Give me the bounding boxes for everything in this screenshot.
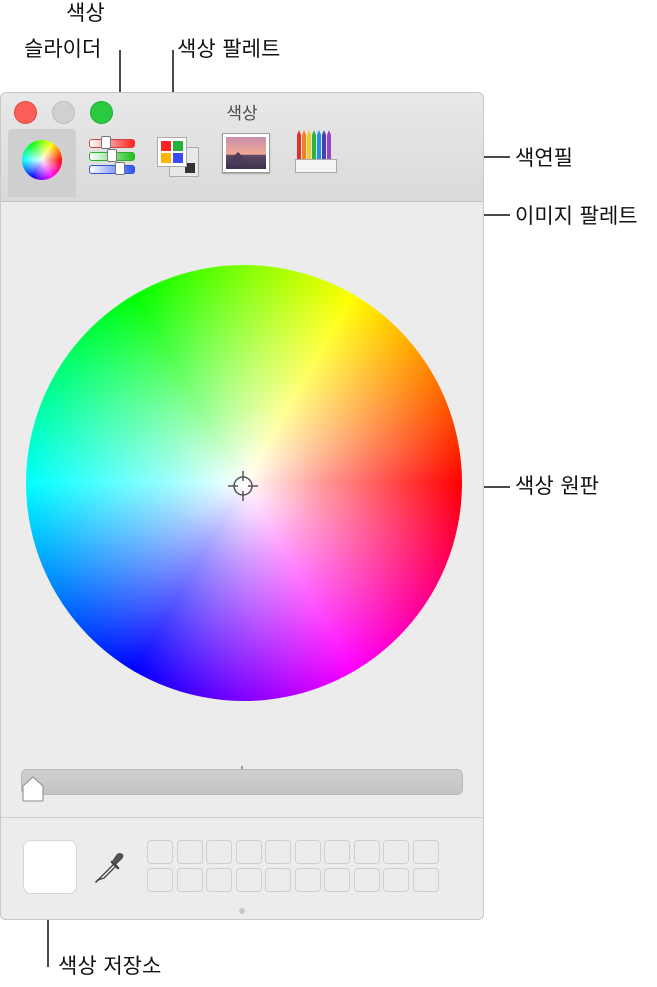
swatch-cell[interactable] — [147, 840, 173, 864]
color-sliders-tool-button[interactable] — [85, 129, 137, 197]
callout-color-wheel: 색상 원판 — [515, 474, 599, 498]
current-color-swatch[interactable] — [23, 840, 77, 894]
resize-handle[interactable] — [239, 908, 245, 914]
swatch-cell[interactable] — [383, 868, 409, 892]
swatch-cell[interactable] — [353, 868, 380, 892]
brightness-slider-knob[interactable] — [21, 776, 45, 802]
swatch-cell[interactable] — [265, 840, 291, 864]
color-wheel-tool-icon — [22, 140, 62, 180]
colors-window: 색상 — [0, 92, 484, 920]
callout-sliders-line1: 색상 — [66, 1, 105, 25]
swatch-cell[interactable] — [412, 840, 439, 864]
swatch-cell[interactable] — [235, 840, 262, 864]
swatch-cell[interactable] — [147, 868, 173, 892]
swatch-cell[interactable] — [176, 840, 203, 864]
swatch-cell[interactable] — [412, 868, 439, 892]
image-palettes-tool-icon — [222, 133, 270, 173]
callout-image-palettes: 이미지 팔레트 — [515, 204, 638, 228]
swatch-cell[interactable] — [383, 840, 409, 864]
swatch-cell[interactable] — [235, 868, 262, 892]
crosshair-icon[interactable] — [227, 470, 259, 502]
swatch-cell[interactable] — [324, 840, 350, 864]
swatch-cell[interactable] — [206, 840, 232, 864]
swatch-cell[interactable] — [324, 868, 350, 892]
swatch-cell[interactable] — [294, 868, 321, 892]
eyedropper-icon[interactable] — [94, 850, 128, 884]
separator — [1, 817, 483, 818]
swatch-cell[interactable] — [353, 840, 380, 864]
callout-sliders-line2: 슬라이더 — [24, 37, 102, 61]
swatch-cell[interactable] — [206, 868, 232, 892]
titlebar: 색상 — [1, 93, 483, 202]
callout-swatches: 색상 저장소 — [58, 954, 162, 978]
image-palettes-tool-button[interactable] — [220, 129, 272, 197]
color-wheel-tool-button[interactable] — [8, 129, 76, 197]
color-palettes-tool-button[interactable] — [153, 129, 203, 197]
swatch-cell[interactable] — [176, 868, 203, 892]
callout-pencils: 색연필 — [515, 146, 573, 170]
pencils-tool-button[interactable] — [291, 129, 339, 197]
swatch-cell[interactable] — [294, 840, 321, 864]
brightness-slider[interactable] — [21, 769, 463, 795]
swatch-cell[interactable] — [265, 868, 291, 892]
window-title: 색상 — [226, 104, 258, 124]
callout-palettes: 색상 팔레트 — [177, 37, 281, 61]
